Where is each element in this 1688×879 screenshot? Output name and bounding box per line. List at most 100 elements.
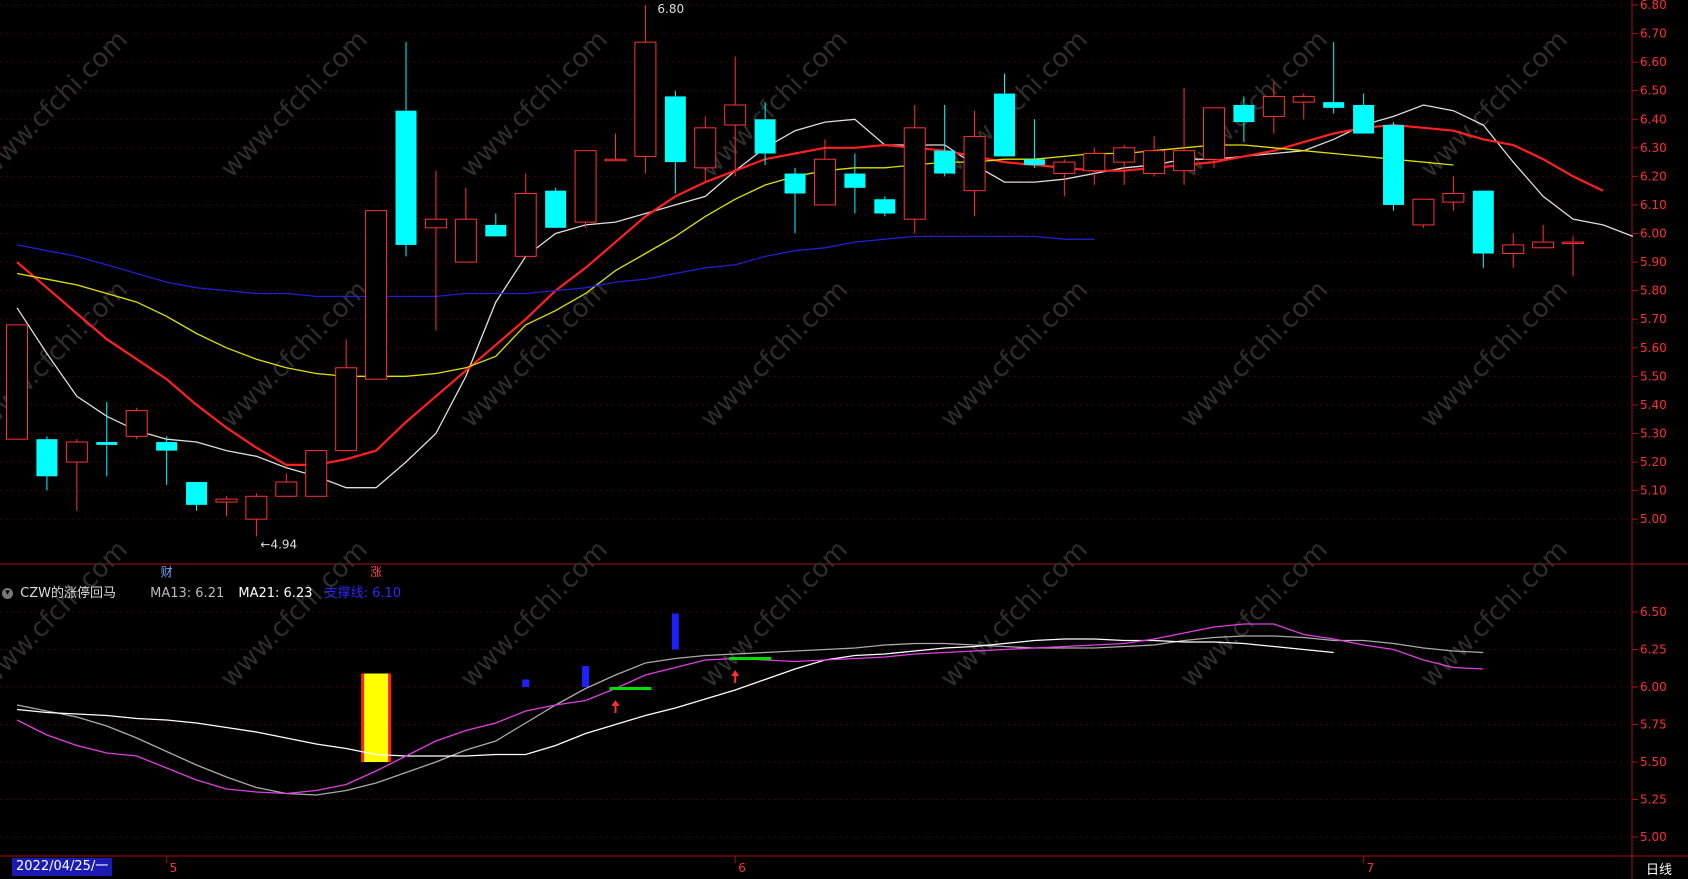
collapse-icon[interactable]: ▾ (2, 588, 13, 599)
watermark-text: www.cfchi.com (215, 535, 374, 694)
indicator-legend: ▾ CZW的涨停回马 MA13: 6.21 MA21: 6.23 支撑线: 6.… (2, 582, 401, 601)
candle-body (844, 173, 866, 188)
signal-bar (582, 666, 590, 687)
price-tick-label: 5.10 (1640, 484, 1667, 498)
signal-bar (364, 673, 389, 762)
watermark-text: www.cfchi.com (1415, 275, 1574, 434)
ma-line (16, 235, 1095, 298)
candle-body (1233, 104, 1255, 123)
candle-body (634, 41, 657, 157)
candle-body (574, 150, 597, 223)
watermark-text: www.cfchi.com (1415, 535, 1574, 694)
candle-body (275, 481, 298, 497)
candle-body (1083, 153, 1106, 172)
price-tick-label: 6.10 (1640, 198, 1667, 212)
candle-body (1023, 159, 1045, 165)
watermark-text: www.cfchi.com (1175, 535, 1334, 694)
price-tick-label: 6.50 (1640, 84, 1667, 98)
price-annotation: 6.80 (657, 2, 684, 16)
candle-body (6, 324, 28, 440)
candle-body (694, 127, 717, 169)
candle-body (514, 193, 537, 257)
candle-body (1472, 190, 1494, 254)
price-tick-label: 5.40 (1640, 398, 1667, 412)
candle-body (1412, 198, 1435, 226)
legend-support: 支撑线: 6.10 (324, 586, 402, 601)
candle-body (604, 158, 627, 162)
time-tick-label: 6 (738, 861, 746, 875)
candle-body (934, 150, 956, 174)
signal-bar (671, 613, 679, 650)
candle-body (1442, 193, 1465, 203)
candle-body (65, 441, 88, 463)
candle-body (1562, 241, 1585, 245)
signal-bar (522, 679, 530, 687)
price-tick-label: 6.60 (1640, 55, 1667, 69)
candle-body (1143, 150, 1166, 175)
candle-body (36, 439, 58, 477)
indicator-tick-label: 6.00 (1640, 680, 1667, 694)
candle-body (1202, 107, 1225, 160)
time-tick-label: 5 (170, 861, 178, 875)
indicator-line (16, 638, 1334, 757)
candle-body (1292, 95, 1315, 103)
watermark-text: www.cfchi.com (0, 25, 134, 184)
candle-body (485, 224, 507, 237)
indicator-tick-label: 6.25 (1640, 643, 1667, 657)
price-tick-label: 5.80 (1640, 284, 1667, 298)
candle-body (994, 93, 1016, 157)
price-tick-label: 5.60 (1640, 341, 1667, 355)
candle-body (1502, 244, 1525, 255)
stock-chart[interactable]: 6.80 6.70 6.60 6.50 6.40 6.30 6.20 6.10 6.00 5.90… (0, 0, 1688, 879)
watermark-text: www.cfchi.com (935, 275, 1094, 434)
candle-body (125, 410, 148, 437)
price-annotation: ←4.94 (260, 537, 297, 551)
candle-body (186, 482, 208, 505)
price-tick-label: 5.90 (1640, 255, 1667, 269)
watermark-text: www.cfchi.com (1415, 25, 1574, 184)
candle-body (395, 110, 417, 245)
price-tick-label: 6.00 (1640, 227, 1667, 241)
candle-body (424, 218, 447, 229)
candle-body (784, 173, 806, 194)
candle-body (1383, 124, 1405, 205)
candle-body (754, 119, 776, 154)
indicator-tick-label: 6.50 (1640, 605, 1667, 619)
candle-body (1532, 241, 1555, 249)
watermark-text: www.cfchi.com (455, 535, 614, 694)
candle-body (245, 495, 268, 520)
price-tick-label: 6.70 (1640, 27, 1667, 41)
candle-body (1262, 95, 1285, 117)
period-label[interactable]: 日线 (1646, 859, 1672, 878)
watermark-text: www.cfchi.com (695, 535, 854, 694)
legend-ma21: MA21: 6.23 (238, 586, 313, 601)
price-tick-label: 6.40 (1640, 112, 1667, 126)
watermark-text: www.cfchi.com (935, 535, 1094, 694)
price-tick-label: 5.20 (1640, 455, 1667, 469)
watermark-text: www.cfchi.com (455, 275, 614, 434)
candle-body (903, 127, 926, 220)
event-marker: 涨 (370, 564, 382, 579)
price-tick-label: 6.30 (1640, 141, 1667, 155)
price-tick-label: 5.00 (1640, 512, 1667, 526)
indicator-title: CZW的涨停回马 (20, 586, 116, 601)
candle-body (813, 158, 836, 206)
price-tick-label: 6.20 (1640, 169, 1667, 183)
candle-body (335, 367, 358, 452)
event-marker: 财 (161, 565, 173, 579)
arrow-up-icon (611, 700, 620, 706)
price-tick-label: 5.50 (1640, 369, 1667, 383)
candle-body (1173, 150, 1196, 172)
legend-ma13: MA13: 6.21 (150, 586, 225, 601)
watermark-text: www.cfchi.com (215, 25, 374, 184)
candle-body (454, 218, 477, 263)
candle-body (1323, 102, 1345, 108)
candle-body (96, 442, 118, 445)
candle-body (365, 210, 388, 380)
candle-body (724, 104, 747, 126)
time-tick-label: 7 (1367, 861, 1375, 875)
cursor-date-box: 2022/04/25/一 (12, 858, 113, 876)
watermark-text: www.cfchi.com (0, 535, 134, 694)
candle-body (1113, 147, 1136, 163)
watermark-text: www.cfchi.com (695, 275, 854, 434)
